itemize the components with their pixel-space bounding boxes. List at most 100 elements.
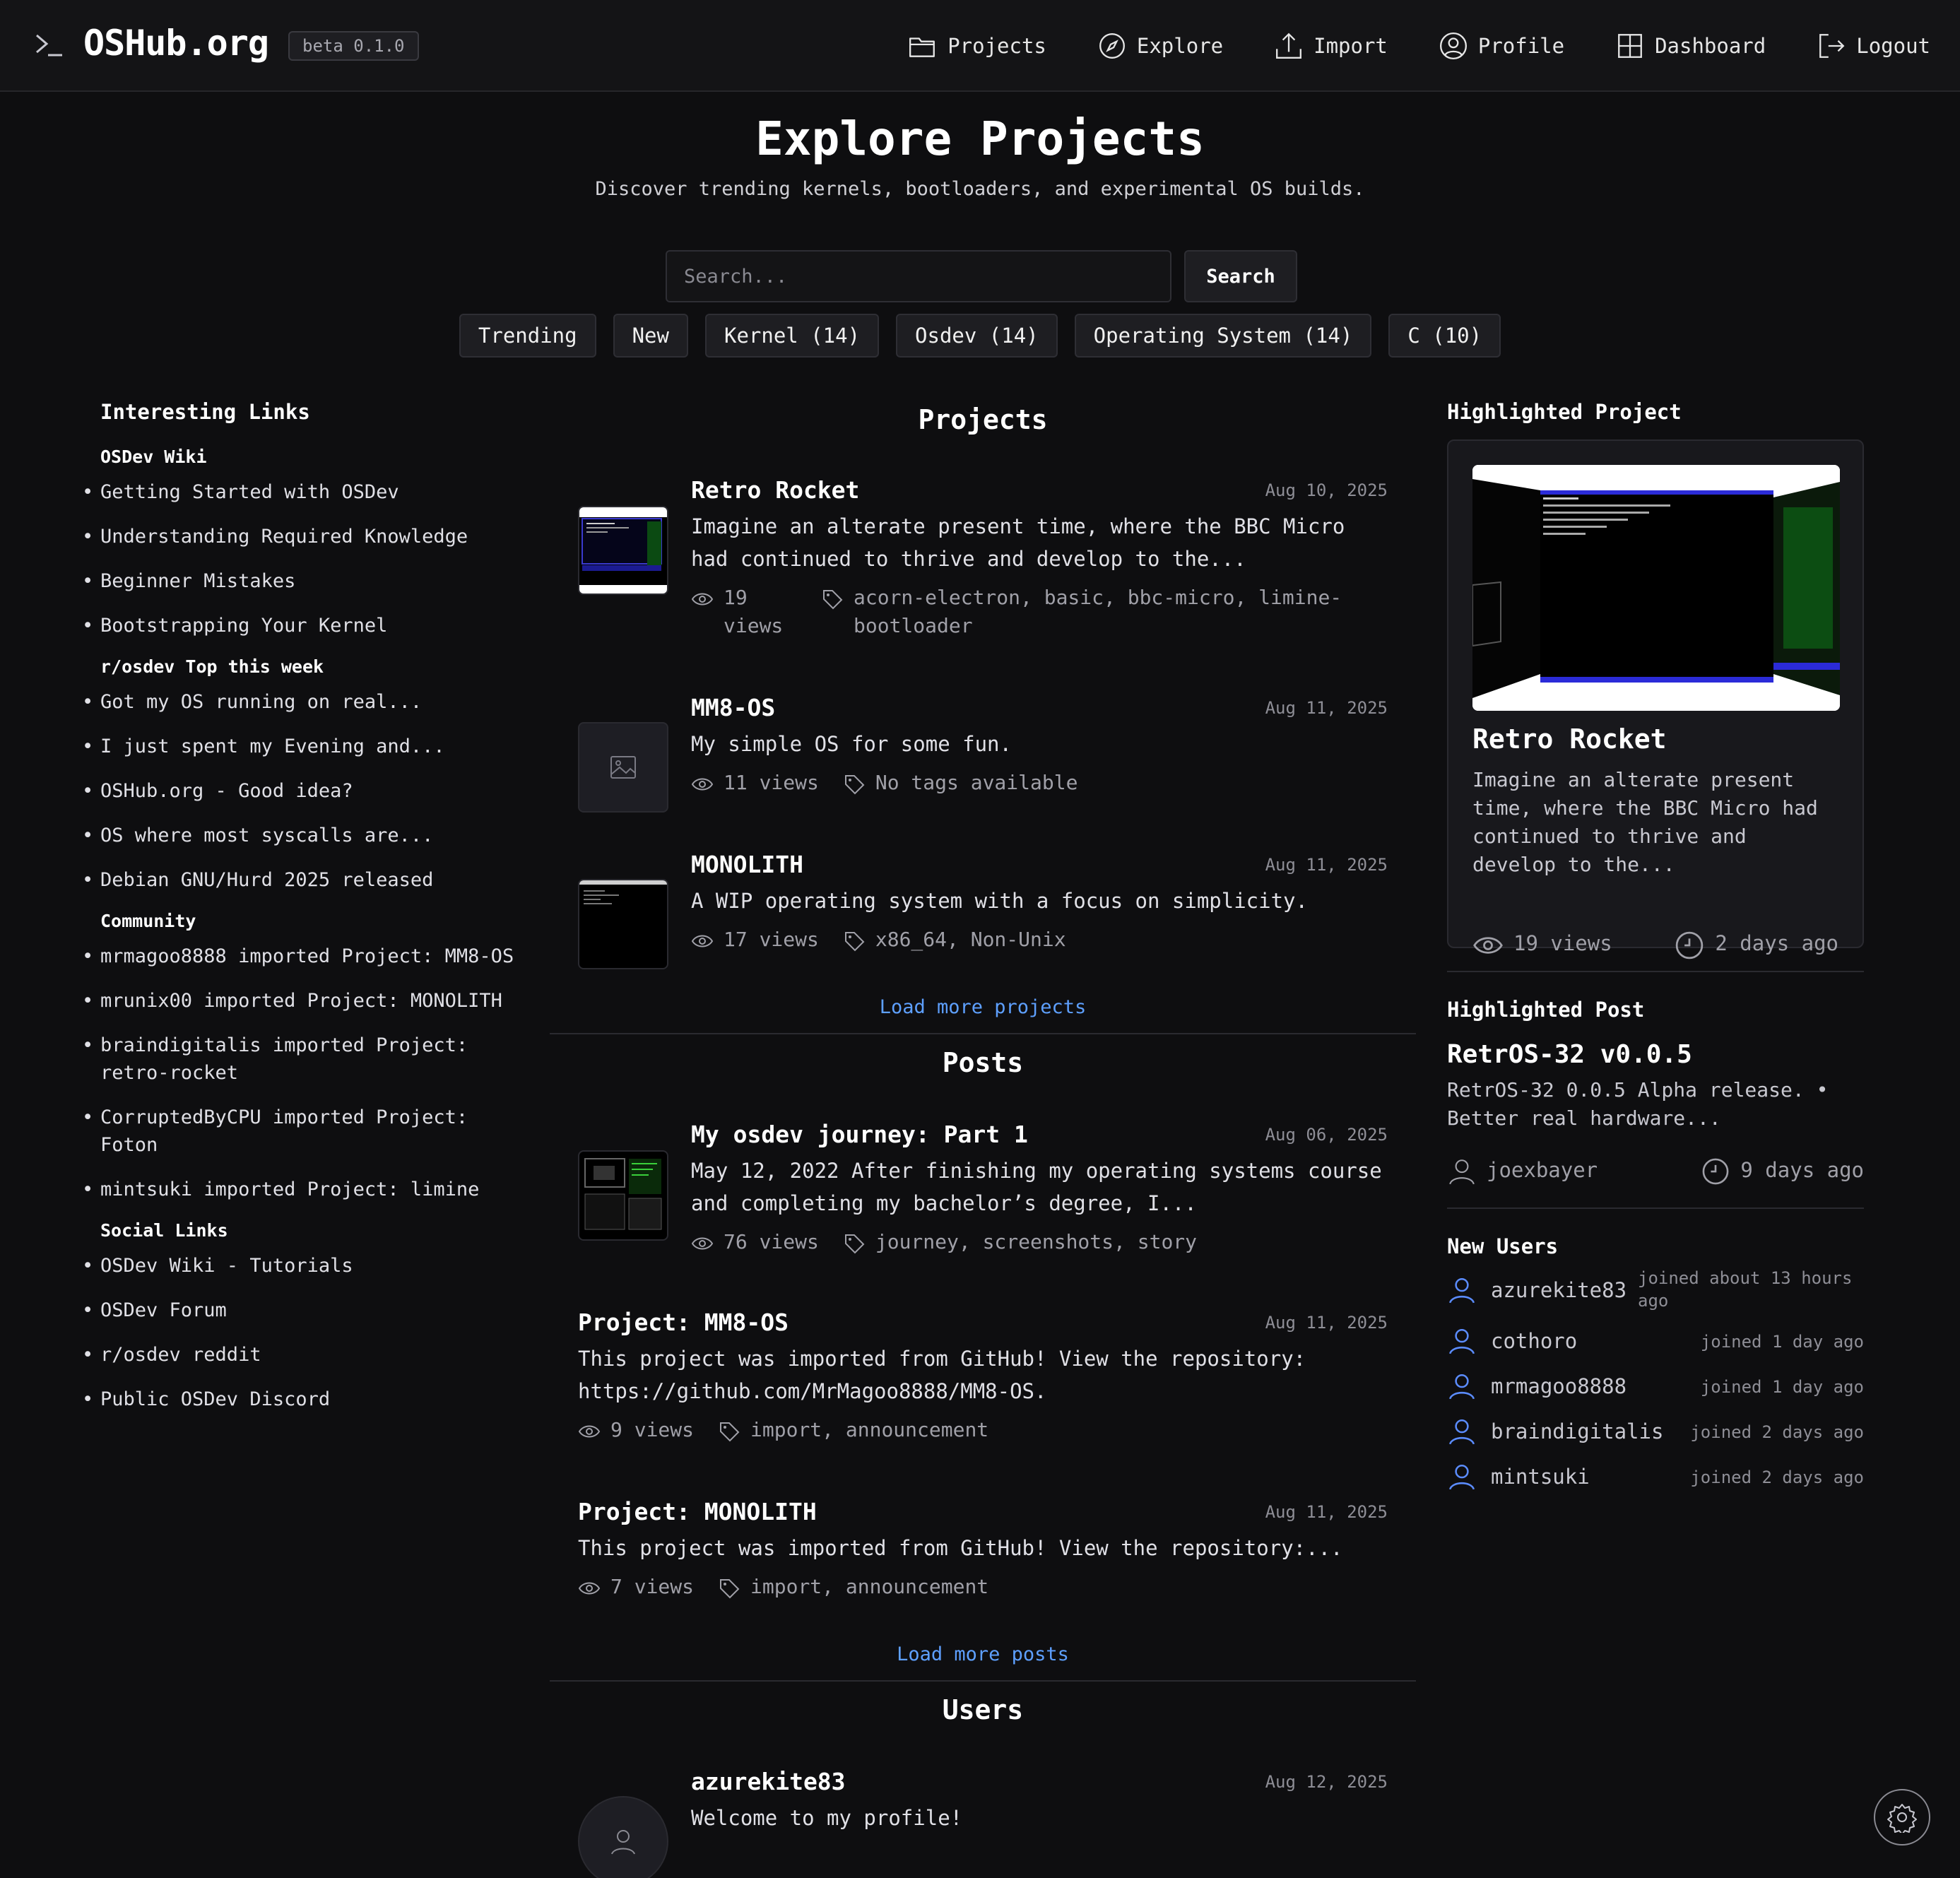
post-body: My osdev journey: Part 1 Aug 06, 2025 Ma… [691,1121,1388,1256]
project-card[interactable]: MM8-OS Aug 11, 2025 My simple OS for som… [550,694,1416,813]
link-item[interactable]: OS where most syscalls are... [82,822,534,849]
site-logo[interactable]: OSHub.org [83,23,269,64]
views-count: 19 views [1472,931,1612,961]
project-meta: 19 views acorn-electron, basic, bbc-micr… [691,584,1388,640]
nav-explore-label: Explore [1136,34,1224,58]
link-item[interactable]: Debian GNU/Hurd 2025 released [82,866,534,894]
nav-profile-label: Profile [1477,34,1565,58]
user-icon [1448,1277,1475,1304]
link-item[interactable]: Got my OS running on real... [82,688,534,716]
filter-osdev[interactable]: Osdev (14) [896,314,1058,358]
link-item[interactable]: I just spent my Evening and... [82,733,534,760]
highlighted-post-description: RetrOS-32 0.0.5 Alpha release. • Better … [1447,1078,1829,1130]
nav-import[interactable]: Import [1274,27,1388,65]
tags-list: acorn-electron, basic, bbc-micro, limine… [821,584,1358,640]
sidebar-title: Interesting Links [100,400,310,424]
reddit-links: Got my OS running on real... I just spen… [82,688,534,894]
new-user-name[interactable]: braindigitalis [1491,1417,1663,1446]
new-user-name[interactable]: mintsuki [1491,1462,1590,1492]
tag-icon [720,1579,740,1599]
highlighted-project-card[interactable]: Retro Rocket Imagine an alterate present… [1447,439,1864,959]
link-item[interactable]: OSDev Forum [82,1297,534,1324]
logout-icon [1819,34,1845,58]
search-button[interactable]: Search [1184,250,1297,302]
highlighted-project-name[interactable]: Retro Rocket [1472,724,1667,755]
views-count: 9 views [578,1416,694,1444]
highlighted-post-title[interactable]: RetrOS-32 v0.0.5 [1447,1040,1864,1069]
projects-heading: Projects [918,404,1048,435]
social-links: OSDev Wiki - Tutorials OSDev Forum r/osd… [82,1252,534,1413]
link-item[interactable]: Understanding Required Knowledge [82,523,534,550]
link-item[interactable]: Bootstrapping Your Kernel [82,612,534,639]
post-card[interactable]: Project: MM8-OS Aug 11, 2025 This projec… [550,1309,1416,1450]
nav-explore[interactable]: Explore [1097,27,1223,65]
upload-icon [1276,33,1302,59]
user-icon [1448,1419,1475,1445]
project-card[interactable]: MONOLITH Aug 11, 2025 A WIP operating sy… [550,851,1416,969]
posts-heading: Posts [942,1047,1024,1078]
link-item[interactable]: Beginner Mistakes [82,567,534,595]
top-navbar: OSHub.org beta 0.1.0 Projects Explore Im… [0,0,1960,92]
project-body: Retro Rocket Aug 10, 2025 Imagine an alt… [691,476,1388,640]
new-user-row[interactable]: mintsuki joined 2 days ago [1447,1462,1864,1507]
link-item[interactable]: braindigitalis imported Project: retro-r… [82,1032,499,1087]
filter-operating-system[interactable]: Operating System (14) [1074,314,1372,358]
screenshot-image [579,880,667,904]
project-body: MONOLITH Aug 11, 2025 A WIP operating sy… [691,851,1388,954]
filter-kernel[interactable]: Kernel (14) [704,314,880,358]
author-name[interactable]: joexbayer [1487,1158,1598,1182]
tags-list: No tags available [843,769,1078,797]
right-sidebar: Highlighted Project Retro Rocket Imagine… [1447,400,1864,1507]
views-count: 76 views [691,1228,819,1256]
post-thumbnail [578,1150,668,1241]
tags-list: journey, screenshots, story [843,1228,1197,1256]
link-item[interactable]: OSHub.org - Good idea? [82,777,534,805]
link-item[interactable]: mrunix00 imported Project: MONOLITH [82,987,534,1015]
screenshot-image [584,1158,662,1230]
new-user-name[interactable]: cothoro [1491,1326,1577,1356]
nav-dashboard[interactable]: Dashboard [1615,27,1766,65]
link-item[interactable]: OSDev Wiki - Tutorials [82,1252,534,1280]
post-card[interactable]: Project: MONOLITH Aug 11, 2025 This proj… [550,1498,1416,1611]
new-user-row[interactable]: azurekite83 joined about 13 hours ago [1447,1268,1864,1326]
new-user-name[interactable]: azurekite83 [1491,1275,1627,1305]
project-card[interactable]: Retro Rocket Aug 10, 2025 Imagine an alt… [550,476,1416,646]
new-user-row[interactable]: mrmagoo8888 joined 1 day ago [1447,1371,1864,1417]
new-user-row[interactable]: cothoro joined 1 day ago [1447,1326,1864,1371]
project-description: A WIP operating system with a focus on s… [691,889,1308,913]
filter-c[interactable]: C (10) [1388,314,1501,358]
filter-bar: Trending New Kernel (14) Osdev (14) Oper… [0,314,1960,358]
load-more-posts-link[interactable]: Load more posts [550,1643,1416,1665]
link-item[interactable]: Public OSDev Discord [82,1386,534,1413]
osdev-wiki-links: Getting Started with OSDev Understanding… [82,478,534,639]
link-item[interactable]: mrmagoo8888 imported Project: MM8-OS [82,943,534,970]
user-bio: Welcome to my profile! [691,1806,963,1830]
nav-projects-label: Projects [947,34,1046,58]
new-user-row[interactable]: braindigitalis joined 2 days ago [1447,1417,1864,1462]
sidebar-divider [1447,1207,1864,1209]
nav-logout[interactable]: Logout [1817,27,1930,65]
load-more-projects-link[interactable]: Load more projects [550,996,1416,1018]
nav-projects[interactable]: Projects [908,27,1046,65]
tags-list: import, announcement [718,1416,988,1444]
filter-trending[interactable]: Trending [459,314,596,358]
link-item[interactable]: CorruptedByCPU imported Project: Foton [82,1104,499,1159]
section-divider [550,1680,1416,1682]
post-card[interactable]: My osdev journey: Part 1 Aug 06, 2025 Ma… [550,1121,1416,1262]
nav-profile[interactable]: Profile [1439,27,1564,65]
new-user-name[interactable]: mrmagoo8888 [1491,1371,1627,1401]
nav-logout-label: Logout [1856,34,1930,58]
highlighted-post-meta: joexbayer 9 days ago [1447,1158,1864,1186]
link-item[interactable]: Getting Started with OSDev [82,478,534,506]
user-icon [1449,1159,1475,1185]
user-card[interactable]: azurekite83 Aug 12, 2025 Welcome to my p… [550,1768,1416,1878]
section-divider [550,1033,1416,1034]
search-input[interactable] [666,250,1171,302]
filter-new[interactable]: New [613,314,688,358]
project-date: Aug 11, 2025 [1265,698,1388,718]
settings-button[interactable] [1874,1789,1930,1845]
post-meta: 9 views import, announcement [578,1416,1388,1444]
link-item[interactable]: r/osdev reddit [82,1341,534,1369]
link-item[interactable]: mintsuki imported Project: limine [82,1176,534,1203]
age-label: 9 days ago [1740,1158,1864,1182]
